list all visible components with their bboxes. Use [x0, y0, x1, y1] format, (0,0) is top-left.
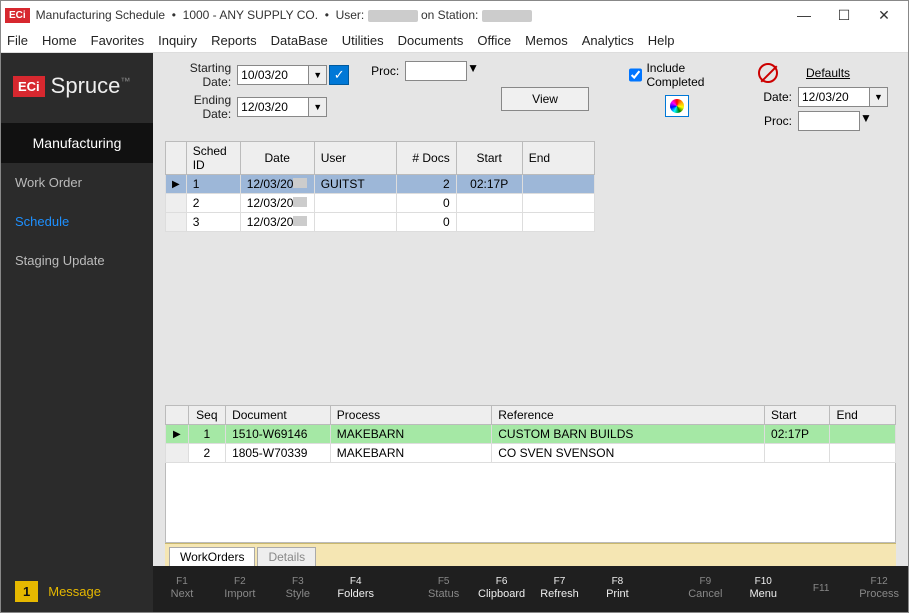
menu-file[interactable]: File [7, 33, 28, 48]
defaults-header: Defaults [806, 66, 850, 80]
menu-office[interactable]: Office [477, 33, 511, 48]
brand-logo: ECi Spruce™ [1, 53, 153, 123]
ending-date-input[interactable] [237, 97, 309, 117]
fkey-f7[interactable]: F7Refresh [531, 576, 589, 601]
col-end[interactable]: End [522, 142, 594, 175]
fkey-f8[interactable]: F8Print [588, 576, 646, 601]
eci-badge: ECi [13, 76, 45, 97]
color-wheel-icon [670, 99, 684, 113]
schedule-grid[interactable]: Sched ID Date User # Docs Start End ▶ 1 … [165, 141, 595, 232]
row-selector-icon[interactable]: ▶ [166, 425, 189, 444]
col-user[interactable]: User [314, 142, 396, 175]
col-start2[interactable]: Start [765, 406, 830, 425]
default-proc-dropdown[interactable]: ▼ [860, 111, 872, 131]
sidebar-item-schedule[interactable]: Schedule [1, 202, 153, 241]
color-picker-button[interactable] [665, 95, 689, 117]
ending-date-label: Ending Date: [165, 93, 231, 121]
menu-memos[interactable]: Memos [525, 33, 568, 48]
starting-date-label: Starting Date: [165, 61, 231, 89]
starting-date-dropdown[interactable]: ▼ [309, 65, 327, 85]
schedule-row[interactable]: 2 12/03/20 0 [166, 194, 595, 213]
row-selector-icon[interactable]: ▶ [166, 175, 187, 194]
sidebar-header: Manufacturing [1, 123, 153, 163]
col-reference[interactable]: Reference [492, 406, 765, 425]
defaults-panel: Defaults Date: ▼ Proc: ▼ [750, 61, 896, 133]
include-completed-label: Include Completed [646, 61, 742, 89]
tab-workorders[interactable]: WorkOrders [169, 547, 255, 566]
detail-tabs: WorkOrders Details [165, 543, 896, 566]
col-seq[interactable]: Seq [188, 406, 225, 425]
menubar: File Home Favorites Inquiry Reports Data… [1, 29, 908, 53]
maximize-button[interactable]: ☐ [824, 1, 864, 29]
menu-database[interactable]: DataBase [271, 33, 328, 48]
menu-analytics[interactable]: Analytics [582, 33, 634, 48]
schedule-row[interactable]: ▶ 1 12/03/20 GUITST 2 02:17P [166, 175, 595, 194]
fkey-f1[interactable]: F1Next [153, 576, 211, 601]
brand-name: Spruce™ [51, 73, 131, 99]
include-completed-input[interactable] [629, 68, 642, 82]
proc-input[interactable] [405, 61, 467, 81]
menu-documents[interactable]: Documents [398, 33, 464, 48]
starting-date-input[interactable] [237, 65, 309, 85]
function-key-bar: F1Next F2Import F3Style F4Folders F5Stat… [153, 566, 908, 612]
workorders-grid[interactable]: Seq Document Process Reference Start End… [165, 405, 896, 463]
fkey-f3[interactable]: F3Style [269, 576, 327, 601]
sidebar: ECi Spruce™ Manufacturing Work Order Sch… [1, 53, 153, 612]
fkey-f9[interactable]: F9Cancel [676, 576, 734, 601]
schedule-row[interactable]: 3 12/03/20 0 [166, 213, 595, 232]
menu-utilities[interactable]: Utilities [342, 33, 384, 48]
col-docs[interactable]: # Docs [396, 142, 456, 175]
fkey-f10[interactable]: F10Menu [734, 576, 792, 601]
col-start[interactable]: Start [456, 142, 522, 175]
menu-inquiry[interactable]: Inquiry [158, 33, 197, 48]
tab-details[interactable]: Details [257, 547, 316, 566]
fkey-f11[interactable]: F11 [792, 583, 850, 595]
ending-date-dropdown[interactable]: ▼ [309, 97, 327, 117]
col-date[interactable]: Date [240, 142, 314, 175]
fkey-f5[interactable]: F5Status [415, 576, 473, 601]
proc-dropdown[interactable]: ▼ [467, 61, 479, 81]
message-label: Message [48, 584, 101, 599]
fkey-f6[interactable]: F6Clipboard [473, 576, 531, 601]
station-redacted [482, 10, 532, 22]
proc-label: Proc: [371, 64, 399, 78]
window-title: Manufacturing Schedule • 1000 - ANY SUPP… [36, 8, 784, 22]
default-date-label: Date: [758, 90, 792, 104]
minimize-button[interactable]: — [784, 1, 824, 29]
sidebar-message[interactable]: 1 Message [1, 571, 153, 612]
titlebar: ECi Manufacturing Schedule • 1000 - ANY … [1, 1, 908, 29]
include-completed-checkbox[interactable]: Include Completed [629, 61, 742, 89]
main-panel: Starting Date: ▼ ✓ Ending Date: ▼ Proc: [153, 53, 908, 612]
starting-date-apply-check[interactable]: ✓ [329, 65, 349, 85]
menu-favorites[interactable]: Favorites [91, 33, 144, 48]
view-button[interactable]: View [501, 87, 589, 111]
workorder-row[interactable]: 2 1805-W70339 MAKEBARN CO SVEN SVENSON [166, 444, 896, 463]
default-proc-label: Proc: [758, 114, 792, 128]
col-process[interactable]: Process [330, 406, 491, 425]
close-button[interactable]: ✕ [864, 1, 904, 29]
default-proc-input[interactable] [798, 111, 860, 131]
fkey-f4[interactable]: F4Folders [327, 576, 385, 601]
col-end2[interactable]: End [830, 406, 896, 425]
fkey-f12[interactable]: F12Process [850, 576, 908, 601]
menu-reports[interactable]: Reports [211, 33, 257, 48]
workorder-row[interactable]: ▶ 1 1510-W69146 MAKEBARN CUSTOM BARN BUI… [166, 425, 896, 444]
default-date-dropdown[interactable]: ▼ [870, 87, 888, 107]
sidebar-item-staging-update[interactable]: Staging Update [1, 241, 153, 280]
col-document[interactable]: Document [226, 406, 331, 425]
eci-logo-small: ECi [5, 8, 30, 23]
no-timer-icon[interactable] [758, 63, 778, 83]
fkey-f2[interactable]: F2Import [211, 576, 269, 601]
col-sched-id[interactable]: Sched ID [186, 142, 240, 175]
message-count-badge: 1 [15, 581, 38, 602]
menu-help[interactable]: Help [648, 33, 675, 48]
user-redacted [368, 10, 418, 22]
sidebar-item-work-order[interactable]: Work Order [1, 163, 153, 202]
menu-home[interactable]: Home [42, 33, 77, 48]
default-date-input[interactable] [798, 87, 870, 107]
